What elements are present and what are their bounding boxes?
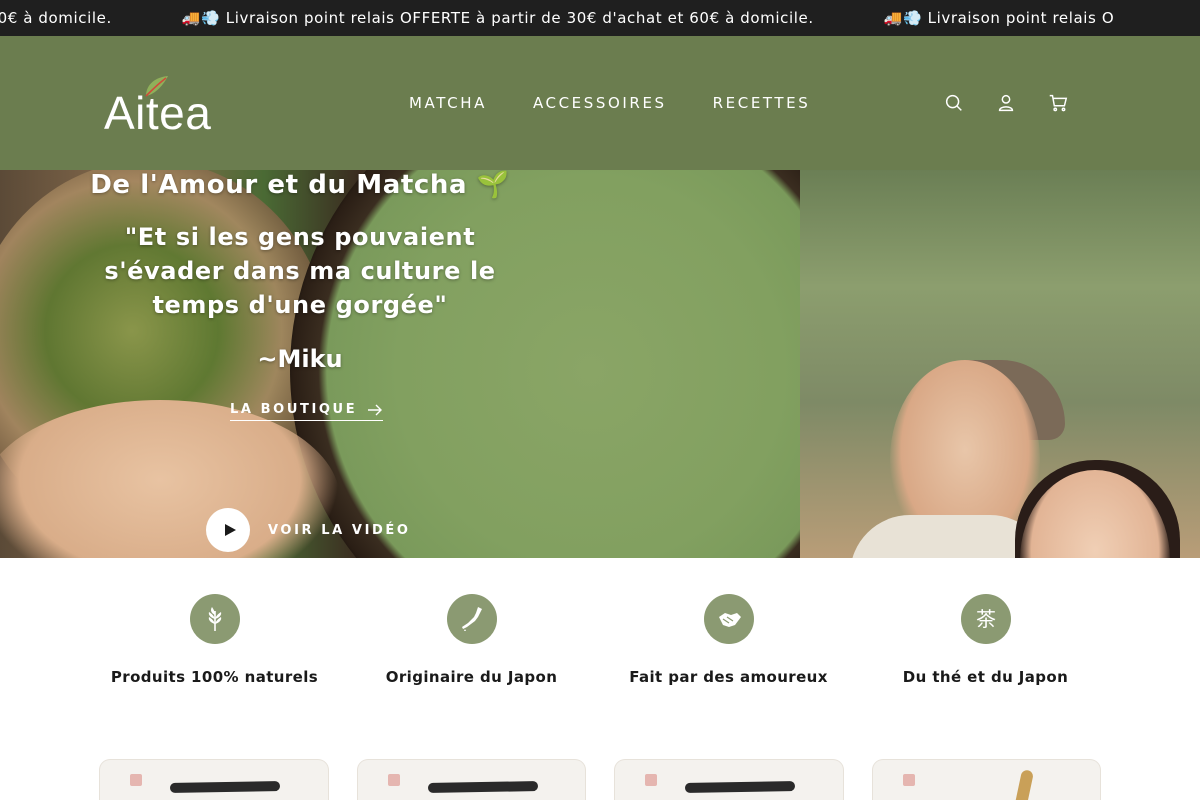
hero-title: De l'Amour et du Matcha 🌱 (90, 170, 510, 200)
product-card[interactable] (357, 760, 585, 800)
product-image-seal (645, 774, 657, 786)
product-card[interactable] (872, 760, 1100, 800)
cart-icon[interactable] (1046, 91, 1070, 115)
announcement-track: € d'achat et 60€ à domicile. 🚚💨 Livraiso… (0, 0, 1114, 36)
leaf-icon (189, 594, 240, 644)
handshake-icon (703, 594, 754, 644)
hero-quote: "Et si les gens pouvaient s'évader dans … (104, 223, 496, 319)
feature-label: Fait par des amoureux (629, 668, 828, 686)
feature-item: Fait par des amoureux (600, 558, 857, 718)
play-icon (206, 508, 250, 552)
svg-text:茶: 茶 (976, 607, 996, 631)
main-nav: MATCHA ACCESSOIRES RECETTES (386, 36, 833, 170)
product-image-brushstroke (169, 781, 281, 793)
play-video-button[interactable]: VOIR LA VIDÉO (206, 508, 411, 552)
announcement-item: 🚚💨 Livraison point relais O (883, 9, 1115, 27)
logo-text: Aitea (104, 87, 212, 139)
features-row: Produits 100% naturels Originaire du Jap… (0, 558, 1200, 718)
hero-author: ~Miku (257, 345, 343, 373)
feature-label: Produits 100% naturels (110, 668, 319, 686)
product-grid (100, 760, 1100, 800)
user-icon[interactable] (994, 91, 1018, 115)
feature-item: 茶 Du thé et du Japon (857, 558, 1114, 718)
product-image-seal (902, 774, 915, 786)
site-header: Aitea MATCHA ACCESSOIRES RECETTES (0, 36, 1200, 170)
logo-link[interactable]: Aitea (104, 74, 239, 139)
feature-item: Originaire du Japon (343, 558, 600, 718)
hero-banner: De l'Amour et du Matcha 🌱 "Et si les gen… (0, 170, 1200, 558)
product-image-seal (387, 774, 400, 786)
video-label: VOIR LA VIDÉO (268, 522, 411, 538)
nav-item-accessoires[interactable]: ACCESSOIRES (510, 94, 690, 112)
feature-item: Produits 100% naturels (86, 558, 343, 718)
japan-map-icon (446, 594, 497, 644)
search-icon[interactable] (942, 91, 966, 115)
announcement-bar: € d'achat et 60€ à domicile. 🚚💨 Livraiso… (0, 0, 1200, 36)
shop-button[interactable]: LA BOUTIQUE (230, 402, 384, 421)
tea-kanji-icon: 茶 (960, 594, 1011, 644)
product-card[interactable] (615, 760, 843, 800)
feature-label: Du thé et du Japon (902, 668, 1069, 686)
product-image-brushstroke (427, 781, 538, 793)
announcement-item: € d'achat et 60€ à domicile. (0, 9, 112, 27)
feature-label: Originaire du Japon (385, 668, 558, 686)
product-card[interactable] (100, 760, 328, 800)
nav-item-recettes[interactable]: RECETTES (690, 94, 834, 112)
arrow-right-icon (368, 404, 383, 415)
product-image-seal (130, 774, 142, 786)
product-image-bamboo-whisk (1013, 769, 1034, 800)
shop-button-label: LA BOUTIQUE (230, 402, 358, 417)
nav-item-matcha[interactable]: MATCHA (386, 94, 510, 112)
header-actions (942, 36, 1070, 170)
announcement-item: 🚚💨 Livraison point relais OFFERTE à part… (181, 9, 814, 27)
product-image-brushstroke (684, 781, 796, 793)
hero-content: De l'Amour et du Matcha 🌱 "Et si les gen… (80, 170, 520, 558)
